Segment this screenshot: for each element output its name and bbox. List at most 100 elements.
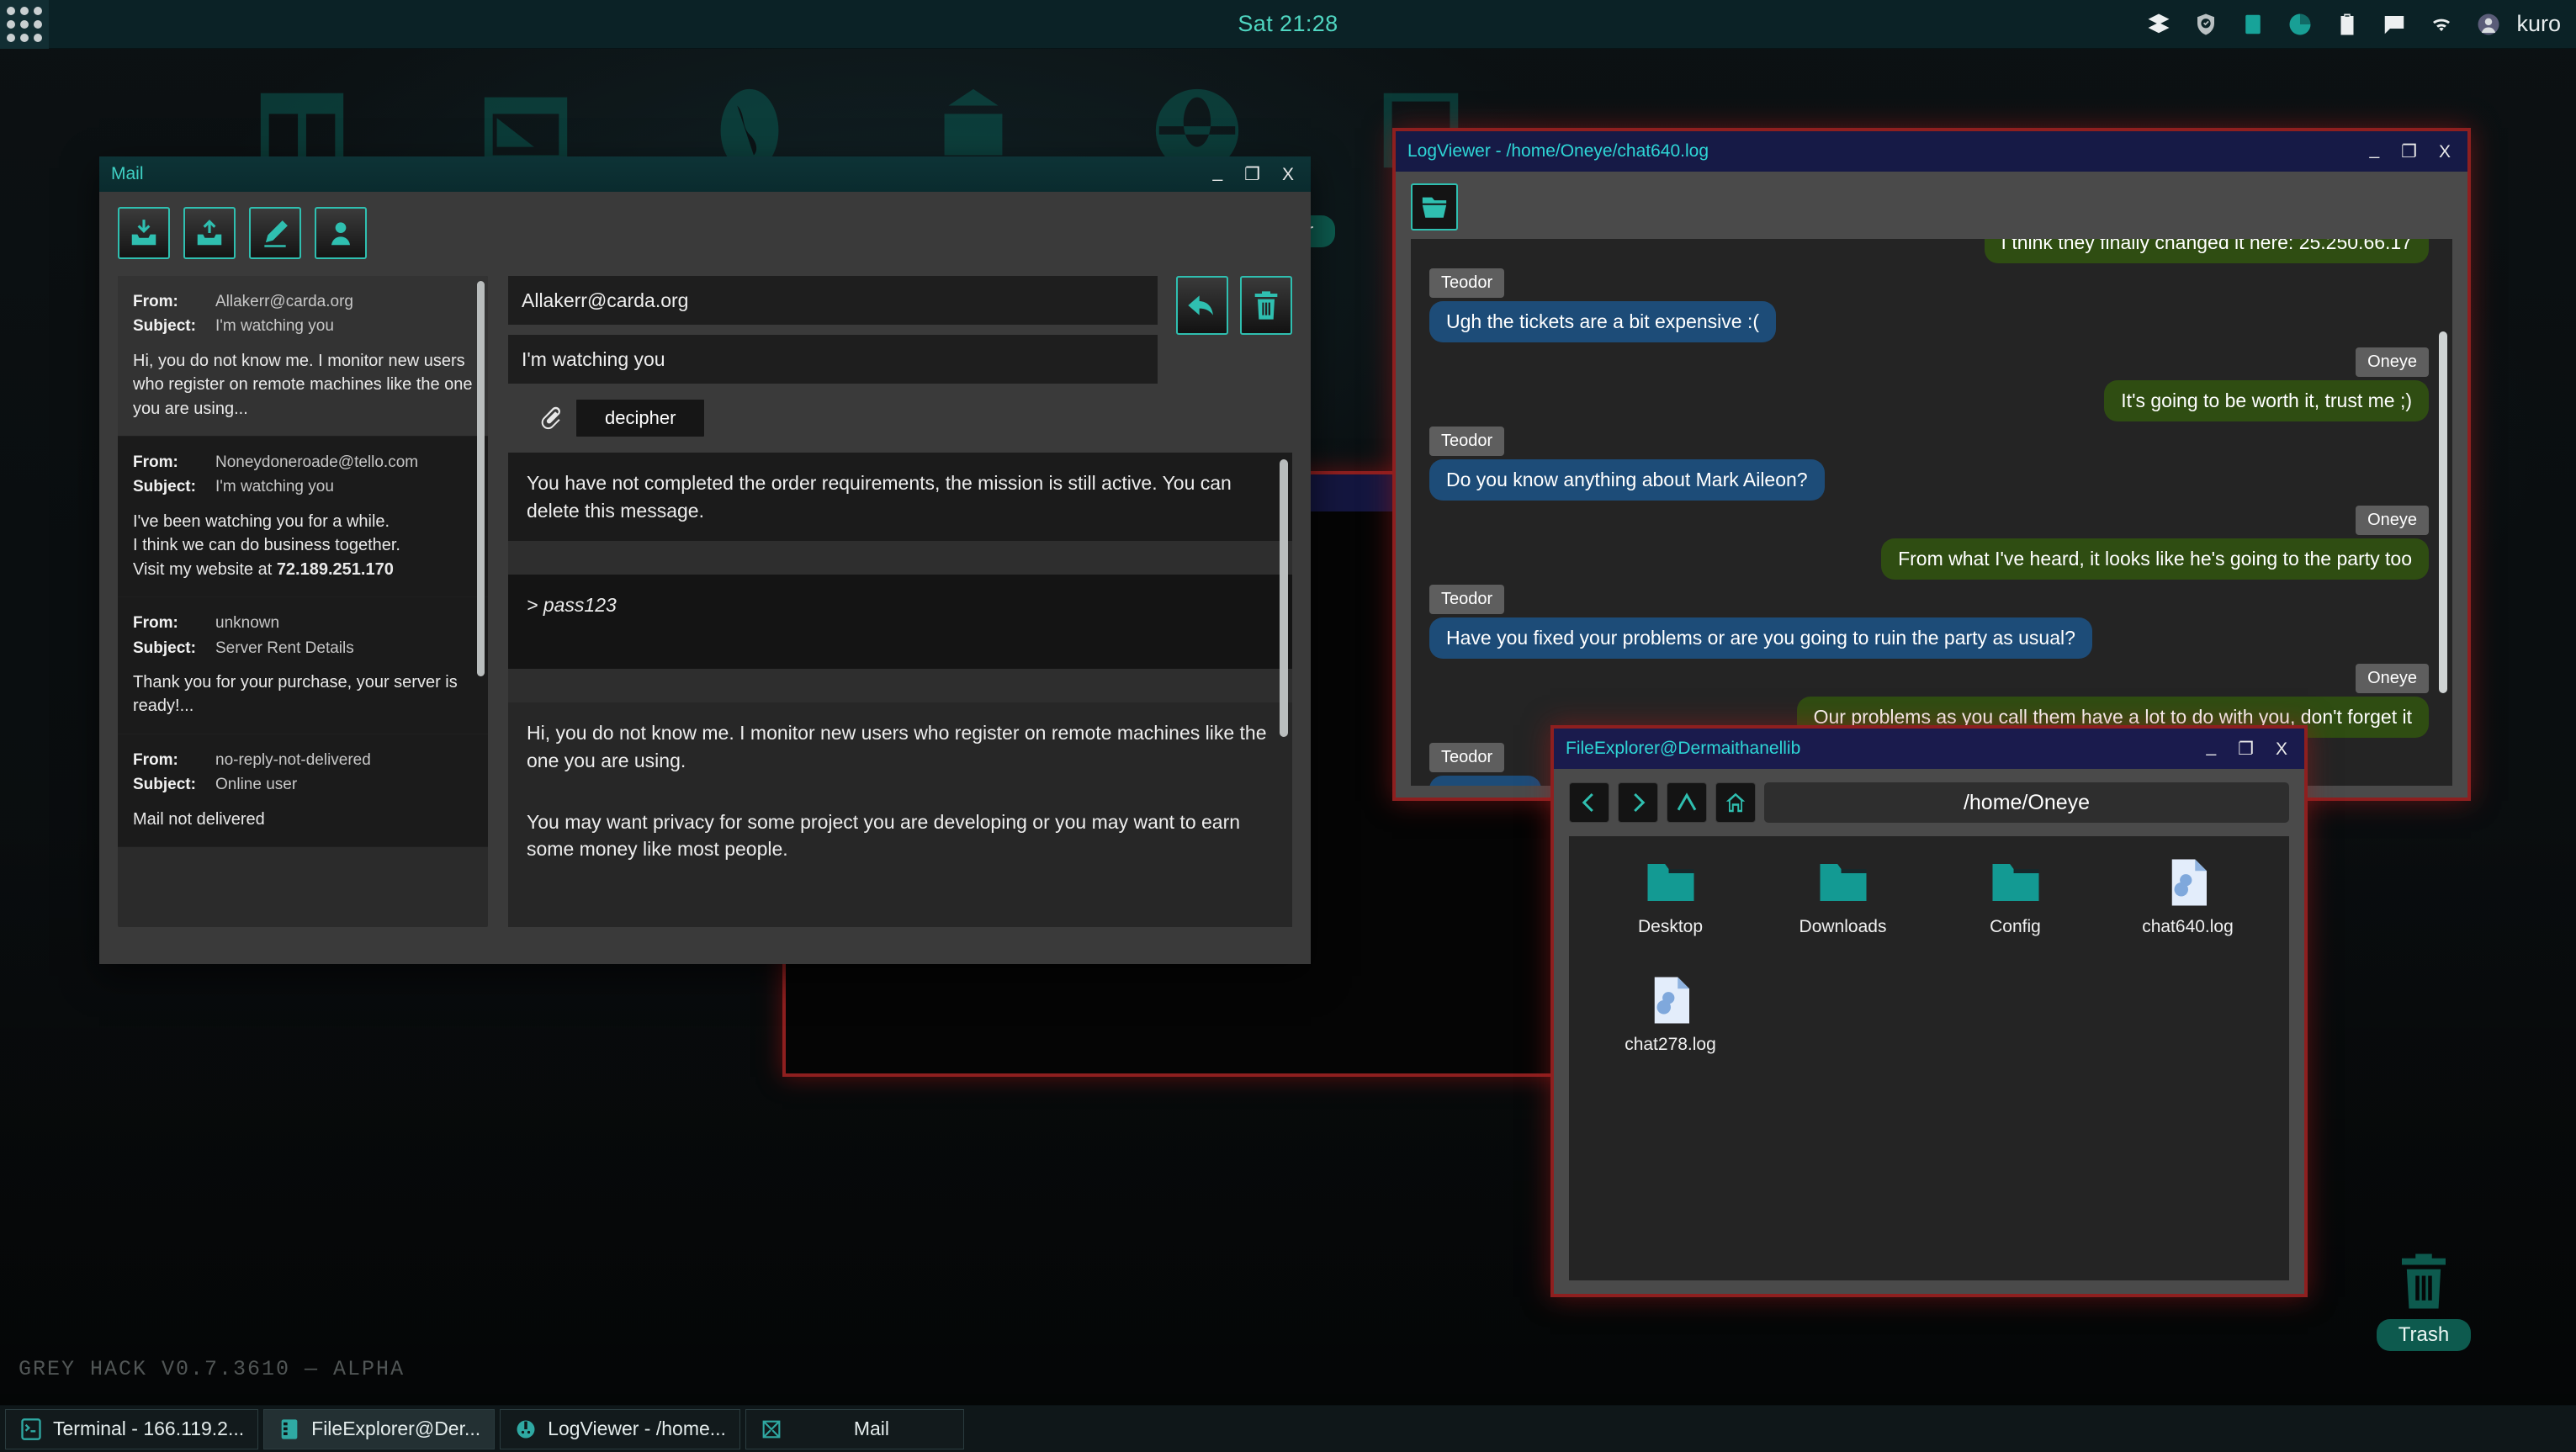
fileexplorer-title: FileExplorer@Dermaithanellib [1566, 739, 2206, 759]
mail-columns: From: Allakerr@carda.org Subject: I'm watc… [118, 276, 1292, 927]
apps-grid-button[interactable] [0, 0, 49, 49]
outbox-button[interactable] [183, 207, 236, 259]
wifi-icon[interactable] [2429, 12, 2454, 37]
reply-button[interactable] [1176, 276, 1228, 335]
paperclip-icon [537, 405, 564, 432]
maximize-button[interactable]: ❐ [2401, 143, 2417, 161]
terminal-icon [19, 1418, 43, 1441]
minimize-button[interactable]: _ [2369, 140, 2379, 163]
maximize-button[interactable]: ❐ [2238, 740, 2254, 758]
desktop-icon-trash[interactable]: Trash [2361, 1248, 2487, 1351]
file-entry-file[interactable]: chat278.log [1584, 972, 1757, 1090]
mail-password-line: > pass123 [508, 575, 1292, 669]
mail-preview: I've been watching you for a while. I th… [133, 510, 473, 581]
mail-address-field[interactable]: Allakerr@carda.org [508, 276, 1158, 325]
attachment-name[interactable]: decipher [575, 399, 705, 437]
inbox-button[interactable] [118, 207, 170, 259]
file-entry-file[interactable]: chat640.log [2102, 855, 2274, 972]
mail-body-scrollbar[interactable] [1280, 459, 1288, 737]
file-name: chat640.log [2142, 917, 2234, 937]
chat-row: Oneye [1429, 659, 2429, 697]
mail-body-paragraph: Hi, you do not know me. I monitor new us… [508, 702, 1292, 791]
taskbar-item-terminal[interactable]: Terminal - 166.119.2... [5, 1409, 258, 1449]
user-avatar-icon[interactable] [2476, 12, 2501, 37]
forward-button[interactable] [1618, 782, 1658, 823]
mail-detail-header: Allakerr@carda.org I'm watching you [508, 276, 1292, 384]
logviewer-scrollbar[interactable] [2439, 331, 2447, 693]
close-button[interactable]: X [2439, 143, 2451, 161]
mail-titlebar[interactable]: Mail _ ❐ X [99, 156, 1311, 192]
taskbar-item-mail[interactable]: Mail [745, 1409, 964, 1449]
minimize-button[interactable]: _ [2206, 738, 2216, 760]
compose-button[interactable] [249, 207, 301, 259]
mail-list-item[interactable]: From:no-reply-not-delivered Subject:Onli… [118, 734, 488, 847]
square-icon[interactable] [2240, 12, 2266, 37]
shield-check-icon[interactable] [2193, 12, 2218, 37]
mail-detail-fields: Allakerr@carda.org I'm watching you [508, 276, 1158, 384]
file-entry-folder[interactable]: Downloads [1757, 855, 1929, 972]
fileexplorer-nav: /home/Oneye [1569, 782, 2289, 823]
fileexplorer-titlebar[interactable]: FileExplorer@Dermaithanellib _ ❐ X [1554, 729, 2304, 769]
logviewer-window-controls: _ ❐ X [2369, 140, 2456, 163]
reply-icon [1185, 289, 1219, 322]
mail-icon [760, 1418, 783, 1441]
pie-chart-icon[interactable] [2287, 12, 2313, 37]
chat-bubble: Do you know anything about Mark Aileon? [1429, 459, 1825, 501]
chat-speaker: Teodor [1429, 585, 1504, 614]
close-button[interactable]: X [2276, 740, 2287, 758]
open-file-button[interactable] [1411, 183, 1458, 231]
file-name: chat278.log [1625, 1035, 1716, 1055]
path-field[interactable]: /home/Oneye [1764, 782, 2289, 823]
chat-speaker: Oneye [2356, 664, 2429, 693]
from-label: From: [133, 289, 215, 314]
delete-button[interactable] [1240, 276, 1292, 335]
back-button[interactable] [1569, 782, 1609, 823]
game-version-text: GREY HACK V0.7.3610 — ALPHA [19, 1357, 405, 1381]
taskbar-item-fileexplorer[interactable]: FileExplorer@Der... [263, 1409, 495, 1449]
mail-subject-field[interactable]: I'm watching you [508, 335, 1158, 384]
folder-open-icon [1420, 193, 1449, 221]
mail-window[interactable]: Mail _ ❐ X From:Allaker [99, 156, 1311, 964]
chat-row: Do you know anything about Mark Aileon? [1429, 459, 2429, 501]
close-button[interactable]: X [1282, 166, 1294, 183]
logviewer-chat[interactable]: I think they finally changed it here: 25… [1411, 239, 2452, 786]
subject-value: Online user [215, 772, 297, 797]
mail-list-item[interactable]: From:Allakerr@carda.org Subject:I'm watc… [118, 276, 488, 437]
maximize-button[interactable]: ❐ [1244, 166, 1260, 183]
mail-body-paragraph: You may want privacy for some project yo… [508, 792, 1292, 880]
mail-window-controls: _ ❐ X [1212, 163, 1299, 186]
username-label: kuro [2516, 11, 2561, 37]
mail-list[interactable]: From:Allakerr@carda.org Subject:I'm watc… [118, 276, 488, 927]
chat-bubble: It's going to be worth it, trust me ;) [2104, 380, 2429, 421]
top-bar: Sat 21:28 kuro [0, 0, 2576, 49]
logviewer-titlebar[interactable]: LogViewer - /home/Oneye/chat640.log _ ❐ … [1396, 131, 2467, 172]
mail-title: Mail [111, 164, 1212, 184]
mail-list-item[interactable]: From:unknown Subject:Server Rent Details… [118, 597, 488, 734]
fileexplorer-window[interactable]: FileExplorer@Dermaithanellib _ ❐ X /home… [1550, 725, 2308, 1297]
taskbar-item-logviewer[interactable]: LogViewer - /home... [500, 1409, 740, 1449]
clipboard-icon[interactable] [2335, 12, 2360, 37]
mail-list-scrollbar[interactable] [477, 281, 485, 676]
from-value: Noneydoneroade@tello.com [215, 450, 418, 474]
chat-row: It's going to be worth it, trust me ;) [1429, 380, 2429, 421]
logviewer-window[interactable]: LogViewer - /home/Oneye/chat640.log _ ❐ … [1392, 128, 2471, 801]
file-name: Config [1990, 917, 2041, 937]
from-label: From: [133, 450, 215, 474]
mail-detail-body[interactable]: You have not completed the order require… [508, 453, 1292, 927]
chat-icon[interactable] [2382, 12, 2407, 37]
chat-bubble: Ugh the tickets are a bit expensive :( [1429, 301, 1776, 342]
minimize-button[interactable]: _ [1212, 163, 1222, 186]
chat-row: I think they finally changed it here: 25… [1429, 239, 2429, 263]
up-button[interactable] [1667, 782, 1707, 823]
up-icon [1674, 790, 1699, 815]
subject-label: Subject: [133, 772, 215, 797]
layers-icon[interactable] [2146, 12, 2171, 37]
home-button[interactable] [1715, 782, 1756, 823]
mail-list-item[interactable]: From:Noneydoneroade@tello.com Subject:I'… [118, 437, 488, 597]
contacts-button[interactable] [315, 207, 367, 259]
chat-bubble: Have you fixed your problems or are you … [1429, 617, 2092, 659]
fileexplorer-window-controls: _ ❐ X [2206, 738, 2292, 760]
trash-icon [1249, 289, 1283, 322]
file-entry-folder[interactable]: Config [1929, 855, 2102, 972]
file-entry-folder[interactable]: Desktop [1584, 855, 1757, 972]
